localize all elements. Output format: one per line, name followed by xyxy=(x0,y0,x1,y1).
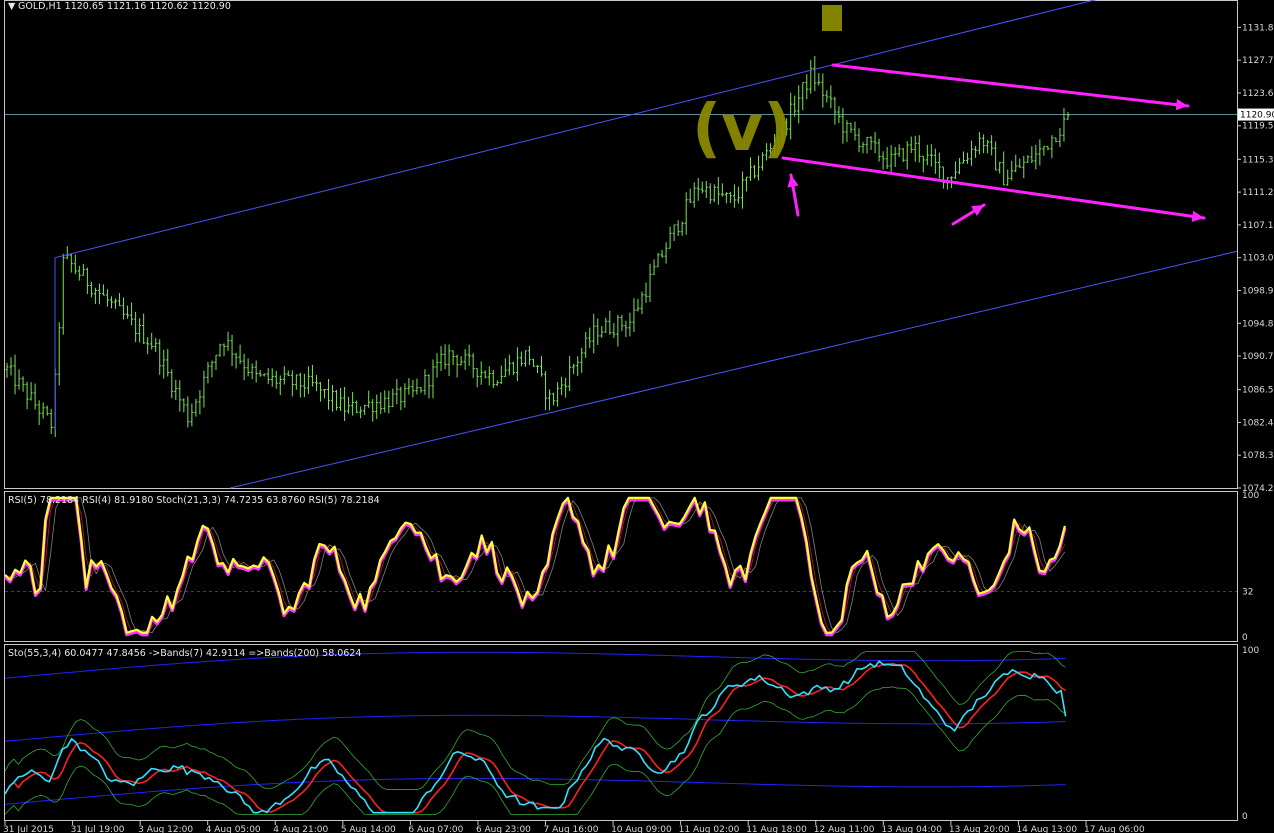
price-tick-label: 1123.60 xyxy=(1242,89,1274,99)
rsi-scale-label: 32 xyxy=(1242,588,1253,598)
price-tick-label: 1111.20 xyxy=(1242,188,1274,198)
stoch-main-line xyxy=(4,660,1067,814)
time-tick-label: 17 Aug 06:00 xyxy=(1084,825,1145,833)
time-tick-label: 13 Aug 04:00 xyxy=(881,825,942,833)
rsi-panel-title: RSI(5) 78.2184 RSI(4) 81.9180 Stoch(21,3… xyxy=(8,495,380,506)
price-channel xyxy=(54,0,1238,489)
channel-upper-line xyxy=(54,0,1097,259)
time-tick-label: 4 Aug 21:00 xyxy=(273,825,328,833)
time-tick-label: 31 Jul 2015 xyxy=(3,825,54,833)
price-tick-label: 1131.80 xyxy=(1242,23,1274,33)
price-tick-label: 1119.50 xyxy=(1242,122,1274,132)
price-tick-label: 1094.80 xyxy=(1242,319,1274,329)
price-tick-label: 1107.10 xyxy=(1242,221,1274,231)
price-tick-label: 1127.70 xyxy=(1242,56,1274,66)
wave-point-arrow-head xyxy=(787,175,799,188)
price-axis: 1131.80 1127.70 1123.60 1119.50 1115.30 1111.… xyxy=(1237,23,1274,494)
stoch-panel-frame xyxy=(4,644,1238,821)
time-tick-label: 6 Aug 23:00 xyxy=(476,825,531,833)
price-tick-label: 1090.70 xyxy=(1242,352,1274,362)
lower-trend-arrow xyxy=(781,156,1206,220)
bands-200-lower xyxy=(4,777,1066,805)
stoch-panel: 100 0 xyxy=(4,646,1259,822)
main-panel-frame xyxy=(4,0,1238,489)
time-tick-label: 11 Aug 18:00 xyxy=(746,825,807,833)
wave-label-marker xyxy=(822,5,842,31)
time-tick-label: 7 Aug 16:00 xyxy=(544,825,599,833)
price-tick-label: 1082.40 xyxy=(1242,418,1274,428)
time-tick-label: 10 Aug 09:00 xyxy=(611,825,672,833)
bid-price-label: 1120.90 xyxy=(1240,111,1274,121)
bands-200-mid xyxy=(4,714,1066,742)
time-tick-label: 13 Aug 20:00 xyxy=(949,825,1010,833)
time-tick-label: 4 Aug 05:00 xyxy=(206,825,261,833)
time-axis: 31 Jul 2015 31 Jul 19:00 3 Aug 12:00 4 Aug … xyxy=(3,821,1145,833)
time-tick-label: 3 Aug 12:00 xyxy=(138,825,193,833)
time-tick-label: 5 Aug 14:00 xyxy=(341,825,396,833)
rsi-panel-frame xyxy=(4,491,1238,642)
chart-window: 1131.80 1127.70 1123.60 1119.50 1115.30 1111.… xyxy=(0,0,1274,833)
bands-7-lower xyxy=(4,686,1066,815)
time-tick-label: 6 Aug 07:00 xyxy=(408,825,463,833)
rsi-4-line xyxy=(3,498,1067,637)
price-tick-label: 1115.30 xyxy=(1242,155,1274,165)
stoch-scale-label: 0 xyxy=(1242,812,1248,822)
price-tick-label: 1078.30 xyxy=(1242,451,1274,461)
rsi-panel: 100 32 0 xyxy=(3,491,1259,643)
wave-label: (v) xyxy=(692,92,792,166)
time-tick-label: 12 Aug 11:00 xyxy=(814,825,875,833)
time-tick-label: 31 Jul 19:00 xyxy=(71,825,125,833)
symbol-header: GOLD,H1 1120.65 1121.16 1120.62 1120.90 xyxy=(18,1,231,12)
channel-lower-line xyxy=(229,250,1238,489)
upper-trend-arrow xyxy=(831,63,1190,108)
window-menu-arrow-icon[interactable]: ▼ xyxy=(8,1,16,12)
stoch-panel-title: Sto(55,3,4) 60.0477 47.8456 ->Bands(7) 4… xyxy=(8,648,361,659)
price-tick-label: 1086.50 xyxy=(1242,386,1274,396)
time-tick-label: 14 Aug 13:00 xyxy=(1016,825,1077,833)
time-tick-label: 11 Aug 02:00 xyxy=(679,825,740,833)
price-tick-label: 1103.00 xyxy=(1242,254,1274,264)
stoch-scale-label: 100 xyxy=(1242,646,1259,656)
candles xyxy=(5,55,1070,438)
rsi-scale-label: 100 xyxy=(1242,491,1259,501)
price-tick-label: 1098.90 xyxy=(1242,286,1274,296)
rsi-scale-label: 0 xyxy=(1242,633,1248,643)
chart-svg[interactable]: 1131.80 1127.70 1123.60 1119.50 1115.30 1111.… xyxy=(0,0,1274,833)
